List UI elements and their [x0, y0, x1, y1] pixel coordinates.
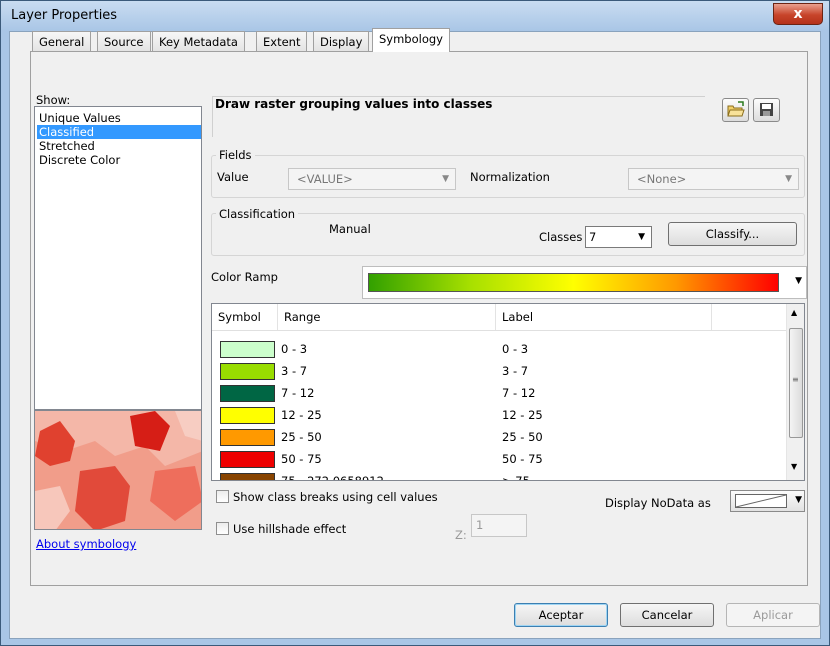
table-header: Symbol Range Label	[212, 304, 788, 331]
tab-key-metadata[interactable]: Key Metadata	[152, 31, 245, 51]
class-range[interactable]: 0 - 3	[281, 342, 307, 356]
normalization-label: Normalization	[470, 170, 550, 184]
class-range[interactable]: 7 - 12	[281, 386, 314, 400]
class-breaks-checkbox[interactable]	[216, 490, 229, 503]
scroll-up-icon[interactable]: ▲	[791, 308, 797, 317]
classes-label: Classes	[539, 230, 583, 244]
class-label[interactable]: 50 - 75	[502, 452, 543, 466]
column-label[interactable]: Label	[496, 304, 712, 330]
cancel-button[interactable]: Cancelar	[620, 603, 714, 627]
scroll-down-icon[interactable]: ▼	[791, 462, 797, 471]
normalization-combo-text: <None>	[637, 172, 687, 186]
classification-method: Manual	[329, 222, 371, 236]
color-ramp-combo[interactable]: ▼	[362, 266, 807, 299]
ok-button[interactable]: Aceptar	[514, 603, 608, 627]
table-row[interactable]: 7 - 12 7 - 12	[212, 382, 788, 404]
column-range[interactable]: Range	[278, 304, 496, 330]
class-symbol-swatch[interactable]	[220, 363, 275, 380]
close-icon: x	[793, 6, 803, 22]
column-empty	[712, 304, 788, 330]
classes-table[interactable]: Symbol Range Label 0 - 3 0 - 3 3 - 7 3 - 7 7…	[211, 303, 805, 481]
tab-extent[interactable]: Extent	[256, 31, 308, 51]
value-combo-text: <VALUE>	[297, 172, 353, 186]
color-ramp-bar	[368, 273, 779, 292]
class-symbol-swatch[interactable]	[220, 473, 275, 480]
no-color-swatch-icon	[735, 494, 787, 508]
chevron-down-icon: ▼	[785, 174, 792, 184]
grip-icon: ≡	[792, 375, 799, 384]
table-row[interactable]: 3 - 7 3 - 7	[212, 360, 788, 382]
tab-symbology[interactable]: Symbology	[372, 28, 450, 52]
class-symbol-swatch[interactable]	[220, 407, 275, 424]
hillshade-label: Use hillshade effect	[233, 522, 347, 536]
save-symbology-button[interactable]	[753, 98, 780, 122]
nodata-label: Display NoData as	[605, 496, 711, 510]
classes-combo-text: 7	[589, 230, 597, 244]
chevron-down-icon: ▼	[795, 276, 802, 286]
apply-button[interactable]: Aplicar	[726, 603, 820, 627]
renderer-unique-values[interactable]: Unique Values	[37, 111, 201, 125]
open-symbology-button[interactable]	[722, 98, 749, 122]
value-combo[interactable]: <VALUE> ▼	[288, 168, 456, 190]
classification-group-title: Classification	[216, 207, 299, 221]
color-ramp-label: Color Ramp	[211, 270, 278, 284]
class-range[interactable]: 25 - 50	[281, 430, 322, 444]
class-breaks-label: Show class breaks using cell values	[233, 490, 438, 504]
table-scrollbar[interactable]: ▲ ≡ ▼	[786, 304, 804, 480]
class-label[interactable]: 25 - 50	[502, 430, 543, 444]
value-label: Value	[217, 170, 249, 184]
chevron-down-icon: ▼	[442, 174, 449, 184]
class-label[interactable]: 7 - 12	[502, 386, 535, 400]
table-row[interactable]: 0 - 3 0 - 3	[212, 338, 788, 360]
normalization-combo[interactable]: <None> ▼	[628, 168, 799, 190]
class-range[interactable]: 12 - 25	[281, 408, 322, 422]
class-symbol-swatch[interactable]	[220, 429, 275, 446]
tab-display[interactable]: Display	[313, 31, 370, 51]
close-button[interactable]: x	[773, 3, 823, 25]
tab-general[interactable]: General	[32, 31, 92, 51]
chevron-down-icon: ▼	[638, 232, 645, 242]
table-row[interactable]: 12 - 25 12 - 25	[212, 404, 788, 426]
class-range[interactable]: 3 - 7	[281, 364, 307, 378]
class-range[interactable]: 50 - 75	[281, 452, 322, 466]
about-symbology-link[interactable]: About symbology	[36, 537, 136, 551]
scrollbar-thumb[interactable]: ≡	[789, 328, 803, 438]
class-label[interactable]: 0 - 3	[502, 342, 528, 356]
class-symbol-swatch[interactable]	[220, 451, 275, 468]
classify-button[interactable]: Classify...	[668, 222, 797, 246]
folder-open-icon	[727, 101, 745, 117]
class-symbol-swatch[interactable]	[220, 341, 275, 358]
renderer-stretched[interactable]: Stretched	[37, 139, 201, 153]
class-range[interactable]: 75 - 272.0658912	[281, 474, 384, 480]
fields-group-title: Fields	[216, 148, 255, 162]
nodata-color-picker[interactable]: ▼	[730, 490, 805, 512]
tab-source[interactable]: Source	[97, 31, 151, 51]
save-icon	[760, 103, 773, 116]
renderer-description: Draw raster grouping values into classes	[215, 97, 493, 111]
table-row[interactable]: 25 - 50 25 - 50	[212, 426, 788, 448]
show-label: Show:	[36, 93, 71, 107]
chevron-down-icon: ▼	[795, 495, 802, 505]
symbology-preview-image	[34, 410, 202, 530]
window-title: Layer Properties	[11, 8, 118, 23]
title-bar[interactable]: Layer Properties x	[1, 1, 829, 31]
table-row[interactable]: 75 - 272.0658912 > 75	[212, 470, 788, 480]
renderer-list[interactable]: Unique Values Classified Stretched Discr…	[34, 106, 202, 410]
z-label: Z:	[455, 528, 467, 542]
classes-combo[interactable]: 7 ▼	[585, 226, 652, 248]
class-symbol-swatch[interactable]	[220, 385, 275, 402]
column-symbol[interactable]: Symbol	[212, 304, 278, 330]
class-label[interactable]: > 75	[502, 474, 530, 480]
renderer-discrete-color[interactable]: Discrete Color	[37, 153, 201, 167]
class-label[interactable]: 12 - 25	[502, 408, 543, 422]
hillshade-checkbox[interactable]	[216, 522, 229, 535]
z-factor-input[interactable]: 1	[471, 514, 527, 537]
class-label[interactable]: 3 - 7	[502, 364, 528, 378]
table-row[interactable]: 50 - 75 50 - 75	[212, 448, 788, 470]
renderer-classified[interactable]: Classified	[37, 125, 201, 139]
